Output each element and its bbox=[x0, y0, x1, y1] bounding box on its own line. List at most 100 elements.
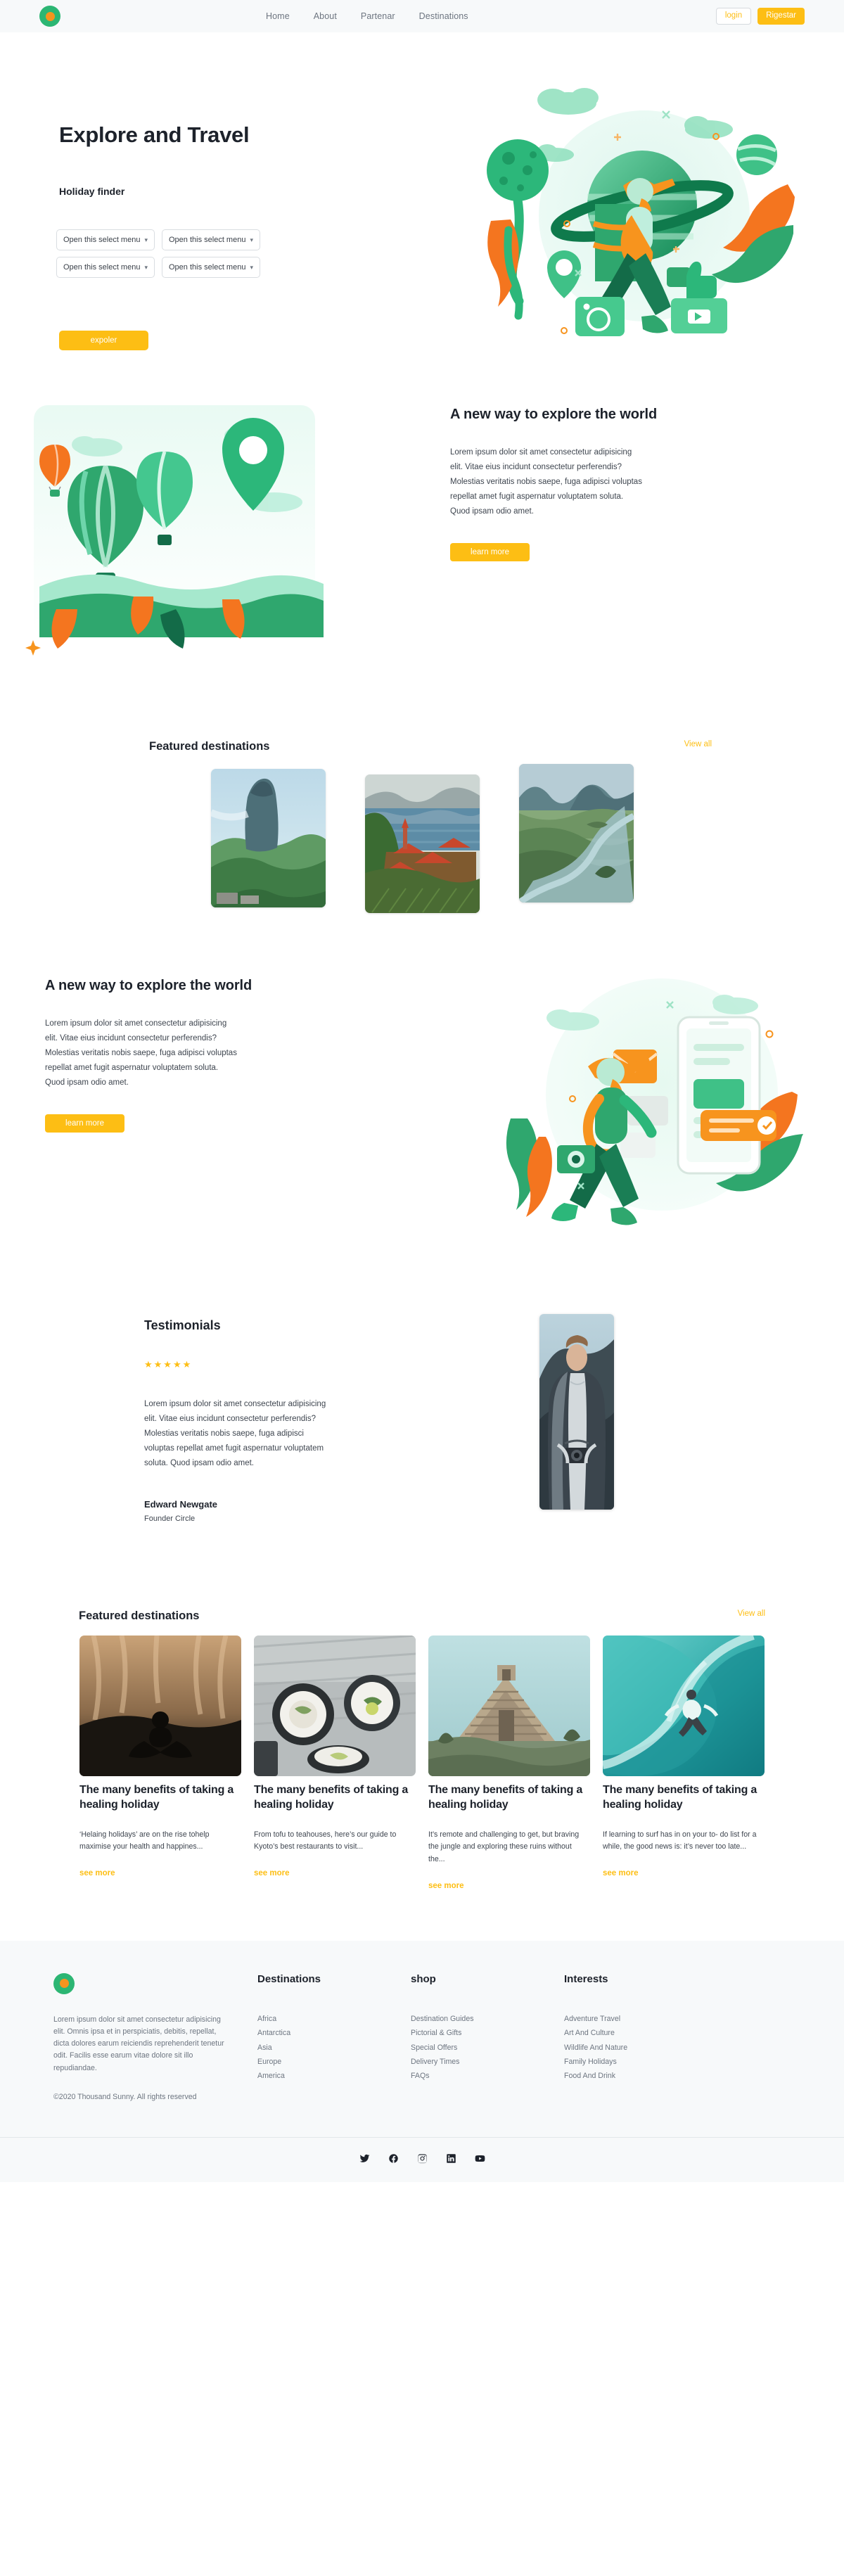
holiday-select-2-value: Open this select menu bbox=[169, 236, 246, 244]
see-more-link[interactable]: see more bbox=[603, 1869, 639, 1877]
footer-about-text: Lorem ipsum dolor sit amet consectetur a… bbox=[53, 2015, 224, 2072]
footer-link-pictorial-gifts[interactable]: Pictorial & Gifts bbox=[411, 2026, 564, 2040]
blog-card-excerpt: ‘Helaing holidays’ are on the rise tohel… bbox=[79, 1830, 210, 1851]
holiday-select-3-value: Open this select menu bbox=[63, 263, 141, 272]
footer-link-delivery-times[interactable]: Delivery Times bbox=[411, 2055, 564, 2069]
featured-destinations-section: Featured destinations View all bbox=[0, 687, 844, 940]
testimonials-section: Testimonials ★★★★★ Lorem ipsum dolor sit… bbox=[0, 1308, 844, 1576]
instagram-icon[interactable] bbox=[417, 2153, 428, 2164]
footer-link-faqs[interactable]: FAQs bbox=[411, 2069, 564, 2083]
hero-subtitle: Holiday finder bbox=[59, 186, 125, 197]
explore-world-balloons-section: A new way to explore the world Lorem ips… bbox=[0, 391, 844, 687]
nav-item-home[interactable]: Home bbox=[266, 11, 290, 21]
blog-image-food bbox=[254, 1635, 416, 1776]
linkedin-icon[interactable] bbox=[446, 2153, 456, 2164]
youtube-icon[interactable] bbox=[475, 2153, 485, 2164]
facebook-icon[interactable] bbox=[388, 2153, 399, 2164]
nav-item-about[interactable]: About bbox=[314, 11, 337, 21]
holiday-select-4-value: Open this select menu bbox=[169, 263, 246, 272]
blog-image-ruins bbox=[428, 1635, 590, 1776]
see-more-link[interactable]: see more bbox=[79, 1869, 115, 1877]
blog-header: Featured destinations View all bbox=[0, 1609, 844, 1623]
holiday-select-4[interactable]: Open this select menu ▾ bbox=[162, 257, 260, 278]
logo-inner-dot bbox=[45, 11, 55, 21]
footer-link-food-and-drink[interactable]: Food And Drink bbox=[564, 2069, 717, 2083]
footer-link-special-offers[interactable]: Special Offers bbox=[411, 2041, 564, 2055]
holiday-select-1[interactable]: Open this select menu ▾ bbox=[56, 229, 155, 250]
holiday-select-1-value: Open this select menu bbox=[63, 236, 141, 244]
footer-link-destination-guides[interactable]: Destination Guides bbox=[411, 2012, 564, 2026]
section-body: Lorem ipsum dolor sit amet consectetur a… bbox=[450, 448, 642, 516]
testimonial-author-name: Edward Newgate bbox=[144, 1498, 218, 1510]
rating-stars: ★★★★★ bbox=[144, 1359, 193, 1370]
balloons-illustration bbox=[14, 398, 352, 665]
blog-card-excerpt: If learning to surf has in on your to- d… bbox=[603, 1830, 757, 1851]
auth-actions: login Rigestar bbox=[715, 8, 805, 25]
blog-card[interactable]: The many benefits of taking a healing ho… bbox=[603, 1635, 765, 1892]
footer-column-heading: shop bbox=[411, 1972, 436, 1985]
testimonials-title: Testimonials bbox=[144, 1318, 221, 1332]
footer-link-antarctica[interactable]: Antarctica bbox=[257, 2026, 411, 2040]
testimonial-content: Testimonials ★★★★★ Lorem ipsum dolor sit… bbox=[144, 1318, 355, 1523]
destination-card-mountain-pillar[interactable] bbox=[210, 769, 326, 907]
twitter-icon[interactable] bbox=[359, 2153, 370, 2164]
blog-image-yoga bbox=[79, 1635, 241, 1776]
destination-card-lakeside-village[interactable] bbox=[364, 774, 480, 913]
testimonial-author-role: Founder Circle bbox=[144, 1514, 196, 1523]
explore-world-phone-text: A new way to explore the world Lorem ips… bbox=[45, 978, 312, 1133]
register-button[interactable]: Rigestar bbox=[757, 8, 805, 25]
brand-logo-icon[interactable] bbox=[39, 6, 60, 27]
blog-list: The many benefits of taking a healing ho… bbox=[0, 1635, 844, 1892]
chevron-down-icon: ▾ bbox=[144, 236, 148, 243]
explore-world-balloons-text: A new way to explore the world Lorem ips… bbox=[450, 407, 746, 561]
hero-title: Explore and Travel bbox=[59, 122, 250, 147]
blog-card-excerpt: From tofu to teahouses, here’s our guide… bbox=[254, 1830, 397, 1851]
see-more-link[interactable]: see more bbox=[428, 1882, 464, 1890]
holiday-select-2[interactable]: Open this select menu ▾ bbox=[162, 229, 260, 250]
footer-columns: Lorem ipsum dolor sit amet consectetur a… bbox=[0, 1972, 844, 2103]
blog-title: Featured destinations bbox=[79, 1609, 200, 1622]
footer-link-africa[interactable]: Africa bbox=[257, 2012, 411, 2026]
footer-column-interests: Interests Adventure Travel Art And Cultu… bbox=[564, 1973, 717, 2103]
chevron-down-icon: ▾ bbox=[144, 263, 148, 271]
footer-column-destinations: Destinations Africa Antarctica Asia Euro… bbox=[257, 1973, 411, 2103]
footer-logo-icon[interactable] bbox=[53, 1972, 75, 1994]
mobile-booking-illustration bbox=[490, 961, 827, 1242]
nav-item-partenar[interactable]: Partenar bbox=[361, 11, 395, 21]
blog-card[interactable]: The many benefits of taking a healing ho… bbox=[428, 1635, 590, 1892]
footer-link-art-and-culture[interactable]: Art And Culture bbox=[564, 2026, 717, 2040]
blog-card-title: The many benefits of taking a healing ho… bbox=[254, 1784, 409, 1811]
hero-section: Explore and Travel Holiday finder Open t… bbox=[0, 32, 844, 391]
section-title: A new way to explore the world bbox=[45, 978, 252, 993]
see-more-link[interactable]: see more bbox=[254, 1869, 290, 1877]
login-button[interactable]: login bbox=[715, 8, 752, 25]
nav-item-destinations[interactable]: Destinations bbox=[419, 11, 468, 21]
footer-link-adventure-travel[interactable]: Adventure Travel bbox=[564, 2012, 717, 2026]
footer-link-europe[interactable]: Europe bbox=[257, 2055, 411, 2069]
featured-destinations-list bbox=[0, 764, 844, 913]
blog-card[interactable]: The many benefits of taking a healing ho… bbox=[79, 1635, 241, 1892]
blog-section: Featured destinations View all The many … bbox=[0, 1609, 844, 1892]
blog-card[interactable]: The many benefits of taking a healing ho… bbox=[254, 1635, 416, 1892]
footer-social-bar bbox=[0, 2136, 844, 2182]
footer-column-heading: Destinations bbox=[257, 1972, 321, 1985]
blog-card-title: The many benefits of taking a healing ho… bbox=[603, 1784, 757, 1811]
blog-view-all-link[interactable]: View all bbox=[738, 1609, 765, 1618]
section-body: Lorem ipsum dolor sit amet consectetur a… bbox=[45, 1019, 237, 1087]
learn-more-button[interactable]: learn more bbox=[450, 542, 530, 561]
blog-card-title: The many benefits of taking a healing ho… bbox=[428, 1784, 583, 1811]
view-all-link[interactable]: View all bbox=[684, 740, 712, 748]
explore-button[interactable]: expoler bbox=[59, 331, 148, 350]
footer-link-america[interactable]: America bbox=[257, 2069, 411, 2083]
holiday-select-3[interactable]: Open this select menu ▾ bbox=[56, 257, 155, 278]
footer-link-family-holidays[interactable]: Family Holidays bbox=[564, 2055, 717, 2069]
site-footer: Lorem ipsum dolor sit amet consectetur a… bbox=[0, 1940, 844, 2182]
logo-inner-dot bbox=[59, 1979, 69, 1989]
footer-link-wildlife-and-nature[interactable]: Wildlife And Nature bbox=[564, 2041, 717, 2055]
main-navigation: Home About Partenar Destinations bbox=[266, 11, 468, 21]
featured-destinations-title: Featured destinations bbox=[149, 740, 270, 753]
footer-link-asia[interactable]: Asia bbox=[257, 2041, 411, 2055]
destination-card-river-valley[interactable] bbox=[518, 764, 634, 903]
learn-more-button[interactable]: learn more bbox=[45, 1114, 124, 1133]
chevron-down-icon: ▾ bbox=[250, 263, 253, 271]
